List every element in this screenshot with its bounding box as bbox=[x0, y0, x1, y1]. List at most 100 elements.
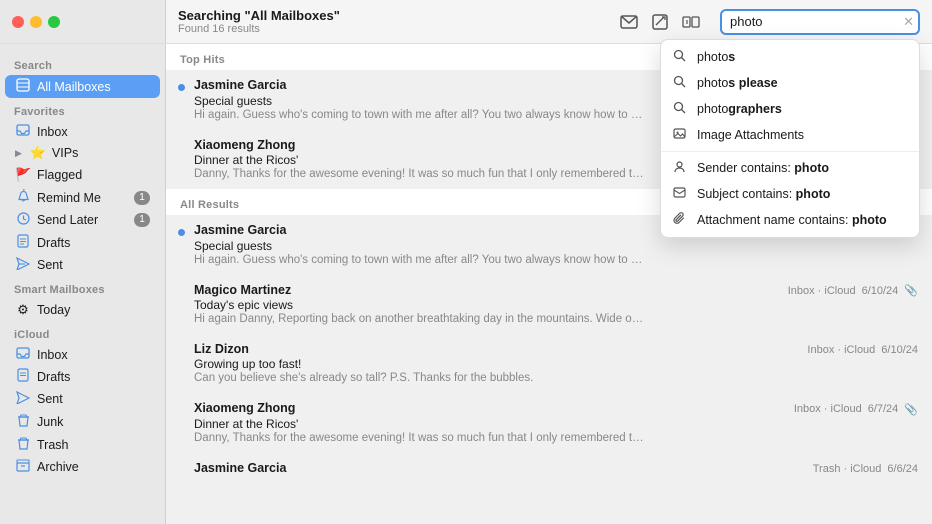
icloud-inbox-label: Inbox bbox=[37, 348, 68, 362]
sidebar-item-icloud-archive[interactable]: Archive bbox=[5, 456, 160, 478]
sidebar-item-vips[interactable]: ▶ ⭐ VIPs bbox=[5, 142, 160, 164]
dropdown-text: photos bbox=[697, 50, 735, 64]
sidebar-item-send-later[interactable]: Send Later 1 bbox=[5, 209, 160, 231]
search-input[interactable] bbox=[720, 9, 920, 35]
icloud-drafts-label: Drafts bbox=[37, 370, 70, 384]
email-subject: Growing up too fast! bbox=[194, 357, 918, 371]
today-icon: ⚙ bbox=[15, 302, 31, 318]
email-mailbox: Trash · iCloud bbox=[813, 463, 882, 475]
toolbar-icons bbox=[620, 14, 700, 30]
dropdown-text: photographers bbox=[697, 102, 782, 116]
vips-icon: ⭐ bbox=[30, 145, 46, 161]
inbox-icon bbox=[15, 124, 31, 139]
flagged-label: Flagged bbox=[37, 168, 82, 182]
icloud-archive-label: Archive bbox=[37, 460, 79, 474]
today-label: Today bbox=[37, 303, 70, 317]
dropdown-text: Subject contains: photo bbox=[697, 187, 830, 201]
main-toolbar: Searching "All Mailboxes" Found 16 resul… bbox=[166, 0, 932, 43]
icloud-junk-icon bbox=[15, 413, 31, 430]
sidebar-item-icloud-sent[interactable]: Sent bbox=[5, 388, 160, 410]
sidebar-item-icloud-trash[interactable]: Trash bbox=[5, 433, 160, 456]
minimize-button[interactable] bbox=[30, 16, 42, 28]
sidebar-item-remind-me[interactable]: Remind Me 1 bbox=[5, 186, 160, 209]
drafts-label: Drafts bbox=[37, 236, 70, 250]
email-preview: Hi again Danny, Reporting back on anothe… bbox=[194, 313, 644, 325]
email-subject: Today's epic views bbox=[194, 298, 918, 312]
mail-icon[interactable] bbox=[620, 15, 638, 29]
sent-label: Sent bbox=[37, 258, 63, 272]
all-mailboxes-icon bbox=[15, 78, 31, 95]
chevron-icon: ▶ bbox=[15, 148, 22, 159]
dropdown-item-photographers[interactable]: photographers bbox=[661, 96, 919, 122]
dropdown-item-photos-please[interactable]: photos please bbox=[661, 70, 919, 96]
window-controls bbox=[0, 0, 166, 43]
icloud-trash-label: Trash bbox=[37, 438, 69, 452]
email-date: 6/7/24 bbox=[868, 403, 899, 415]
sidebar-search-label: Search bbox=[0, 52, 165, 75]
search-clear-button[interactable]: ✕ bbox=[903, 14, 914, 30]
icloud-section-label: iCloud bbox=[0, 321, 165, 344]
sidebar-item-icloud-inbox[interactable]: Inbox bbox=[5, 344, 160, 365]
send-later-label: Send Later bbox=[37, 213, 98, 227]
email-preview: Hi again. Guess who's coming to town wit… bbox=[194, 254, 644, 266]
icloud-archive-icon bbox=[15, 459, 31, 475]
search-suggestion-icon bbox=[673, 101, 689, 117]
maximize-button[interactable] bbox=[48, 16, 60, 28]
dropdown-item-subject[interactable]: Subject contains: photo bbox=[661, 181, 919, 207]
dropdown-item-image-attachments[interactable]: Image Attachments bbox=[661, 122, 919, 148]
remind-me-label: Remind Me bbox=[37, 191, 101, 205]
sender-icon bbox=[673, 160, 689, 176]
email-sender: Xiaomeng Zhong bbox=[194, 401, 295, 415]
email-sender: Jasmine Garcia bbox=[194, 223, 286, 237]
email-mailbox: Inbox · iCloud bbox=[788, 285, 856, 297]
email-item[interactable]: Liz Dizon Inbox · iCloud 6/10/24 Growing… bbox=[166, 334, 932, 393]
dropdown-text: Image Attachments bbox=[697, 128, 804, 142]
sidebar-item-drafts[interactable]: Drafts bbox=[5, 231, 160, 254]
email-sender: Magico Martinez bbox=[194, 283, 291, 297]
sidebar-item-all-mailboxes[interactable]: All Mailboxes bbox=[5, 75, 160, 98]
icloud-sent-label: Sent bbox=[37, 392, 63, 406]
all-mailboxes-label: All Mailboxes bbox=[37, 80, 111, 94]
dropdown-divider bbox=[661, 151, 919, 152]
unread-indicator bbox=[178, 84, 185, 91]
email-sender: Liz Dizon bbox=[194, 342, 249, 356]
expand-icon[interactable] bbox=[682, 16, 700, 28]
search-suggestion-icon bbox=[673, 75, 689, 91]
email-sender: Xiaomeng Zhong bbox=[194, 138, 295, 152]
email-sender: Jasmine Garcia bbox=[194, 78, 286, 92]
email-date: 6/6/24 bbox=[887, 463, 918, 475]
dropdown-item-attachment[interactable]: Attachment name contains: photo bbox=[661, 207, 919, 233]
search-suggestion-icon bbox=[673, 49, 689, 65]
sidebar-item-sent[interactable]: Sent bbox=[5, 254, 160, 276]
close-button[interactable] bbox=[12, 16, 24, 28]
email-preview: Can you believe she's already so tall? P… bbox=[194, 372, 644, 384]
inbox-label: Inbox bbox=[37, 125, 68, 139]
search-title: Searching "All Mailboxes" bbox=[178, 8, 610, 23]
remind-me-icon bbox=[15, 189, 31, 206]
icloud-trash-icon bbox=[15, 436, 31, 453]
compose-icon[interactable] bbox=[652, 14, 668, 30]
attachment-indicator: 📎 bbox=[904, 284, 918, 297]
dropdown-item-photos[interactable]: photos bbox=[661, 44, 919, 70]
sidebar-item-icloud-drafts[interactable]: Drafts bbox=[5, 365, 160, 388]
sidebar-item-inbox[interactable]: Inbox bbox=[5, 121, 160, 142]
sidebar-item-flagged[interactable]: 🚩 Flagged bbox=[5, 164, 160, 186]
email-sender: Jasmine Garcia bbox=[194, 461, 286, 475]
dropdown-text: Attachment name contains: photo bbox=[697, 213, 887, 227]
email-item[interactable]: Magico Martinez Inbox · iCloud 6/10/24 📎… bbox=[166, 275, 932, 335]
icloud-inbox-icon bbox=[15, 347, 31, 362]
email-subject: Special guests bbox=[194, 239, 918, 253]
icloud-sent-icon bbox=[15, 391, 31, 407]
attachment-icon bbox=[673, 212, 689, 228]
send-later-badge: 1 bbox=[134, 213, 150, 227]
email-item[interactable]: Xiaomeng Zhong Inbox · iCloud 6/7/24 📎 D… bbox=[166, 393, 932, 453]
email-preview: Danny, Thanks for the awesome evening! I… bbox=[194, 432, 644, 444]
dropdown-item-sender[interactable]: Sender contains: photo bbox=[661, 155, 919, 181]
drafts-icon bbox=[15, 234, 31, 251]
email-mailbox: Inbox · iCloud bbox=[807, 344, 875, 356]
favorites-section-label: Favorites bbox=[0, 98, 165, 121]
sidebar-item-icloud-junk[interactable]: Junk bbox=[5, 410, 160, 433]
sidebar-item-today[interactable]: ⚙ Today bbox=[5, 299, 160, 321]
email-item[interactable]: Jasmine Garcia Trash · iCloud 6/6/24 bbox=[166, 453, 932, 485]
search-dropdown: photos photos please photogr bbox=[660, 39, 920, 238]
